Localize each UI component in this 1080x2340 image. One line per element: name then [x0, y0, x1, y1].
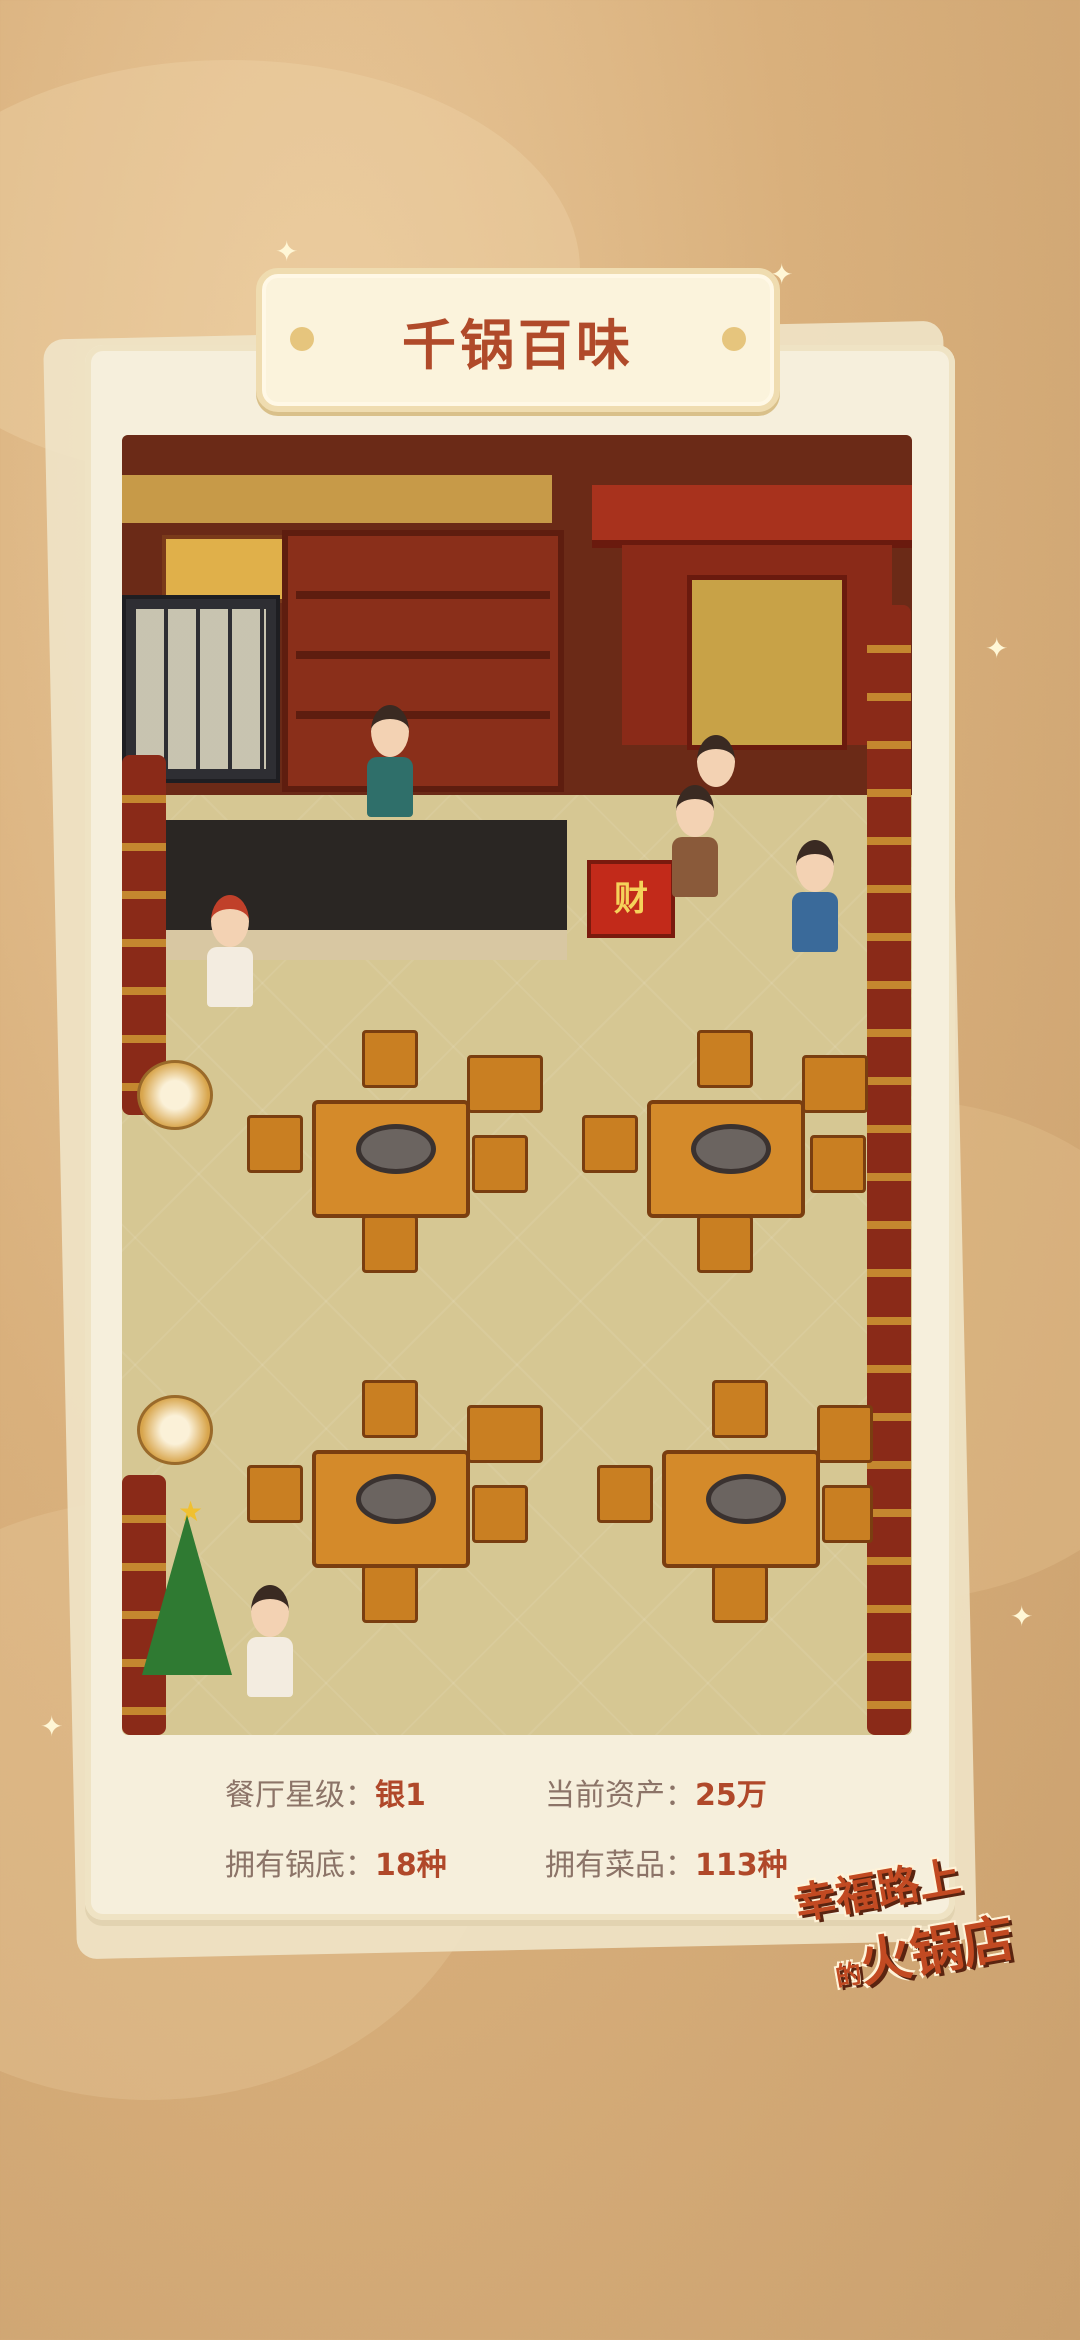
character-girl[interactable]: [697, 735, 735, 787]
hotpot-icon: [356, 1124, 436, 1174]
restaurant-scene: 财 ★: [122, 435, 912, 1735]
chair[interactable]: [247, 1465, 303, 1523]
porcelain-vase: [137, 1060, 213, 1130]
stat-rating-label: 餐厅星级：: [225, 1778, 375, 1813]
page-title: 千锅百味: [402, 313, 634, 377]
pillar: [867, 605, 911, 1735]
dragon-painting: [162, 535, 290, 603]
chair[interactable]: [362, 1030, 418, 1088]
stat-assets-label: 当前资产：: [545, 1778, 695, 1813]
wall-decor-band: [122, 475, 552, 523]
stat-rating-value: 银1: [375, 1778, 426, 1813]
chair[interactable]: [597, 1465, 653, 1523]
stat-assets-value: 25万: [695, 1778, 767, 1813]
liquor-shelf: [282, 530, 564, 792]
chair[interactable]: [362, 1380, 418, 1438]
stat-bases-value: 18种: [375, 1848, 447, 1883]
dining-table[interactable]: [312, 1100, 470, 1218]
stat-rating: 餐厅星级：银1: [225, 1770, 545, 1820]
chair[interactable]: [810, 1135, 866, 1193]
chair[interactable]: [467, 1055, 543, 1113]
title-banner: 千锅百味: [256, 268, 780, 412]
chair[interactable]: [467, 1405, 543, 1463]
pavilion-door: [687, 575, 847, 750]
chair[interactable]: [362, 1565, 418, 1623]
chair[interactable]: [697, 1030, 753, 1088]
chair[interactable]: [472, 1485, 528, 1543]
banner-dot-right: [722, 327, 746, 351]
christmas-tree: [142, 1515, 232, 1675]
stat-bases-label: 拥有锅底：: [225, 1848, 375, 1883]
restaurant-stats: 餐厅星级：银1 当前资产：25万 拥有锅底：18种 拥有菜品：113种: [225, 1770, 845, 1890]
hotpot-icon: [356, 1474, 436, 1524]
sparkle-icon: ✦: [40, 1710, 64, 1743]
chair[interactable]: [697, 1215, 753, 1273]
chair[interactable]: [362, 1215, 418, 1273]
chair[interactable]: [802, 1055, 868, 1113]
chair[interactable]: [822, 1485, 873, 1543]
stat-assets: 当前资产：25万: [545, 1770, 845, 1820]
character-manager[interactable]: [672, 785, 718, 897]
dining-table[interactable]: [662, 1450, 820, 1568]
sparkle-icon: ✦: [275, 235, 299, 268]
character-server[interactable]: [792, 840, 838, 952]
banner-dot-left: [290, 327, 314, 351]
chair[interactable]: [712, 1380, 768, 1438]
character-helper[interactable]: [247, 1585, 293, 1697]
sparkle-icon: ✦: [1010, 1600, 1034, 1633]
porcelain-vase: [137, 1395, 213, 1465]
stat-dishes-label: 拥有菜品：: [545, 1848, 695, 1883]
pillar: [122, 755, 166, 1115]
sparkle-icon: ✦: [985, 632, 1009, 665]
chair[interactable]: [817, 1405, 873, 1463]
hotpot-icon: [691, 1124, 771, 1174]
pavilion-roof: [592, 485, 912, 548]
fortune-sign: 财: [614, 879, 648, 919]
hotpot-icon: [706, 1474, 786, 1524]
stat-bases: 拥有锅底：18种: [225, 1840, 545, 1890]
character-waiter[interactable]: [207, 895, 253, 1007]
dining-table[interactable]: [647, 1100, 805, 1218]
chair[interactable]: [472, 1135, 528, 1193]
character-cashier[interactable]: [367, 705, 413, 817]
stat-dishes-value: 113种: [695, 1848, 788, 1883]
chair[interactable]: [247, 1115, 303, 1173]
dining-table[interactable]: [312, 1450, 470, 1568]
fortune-box: 财: [587, 860, 675, 938]
logo-line2: 火锅店: [854, 1907, 1019, 1995]
chair[interactable]: [582, 1115, 638, 1173]
chair[interactable]: [712, 1565, 768, 1623]
